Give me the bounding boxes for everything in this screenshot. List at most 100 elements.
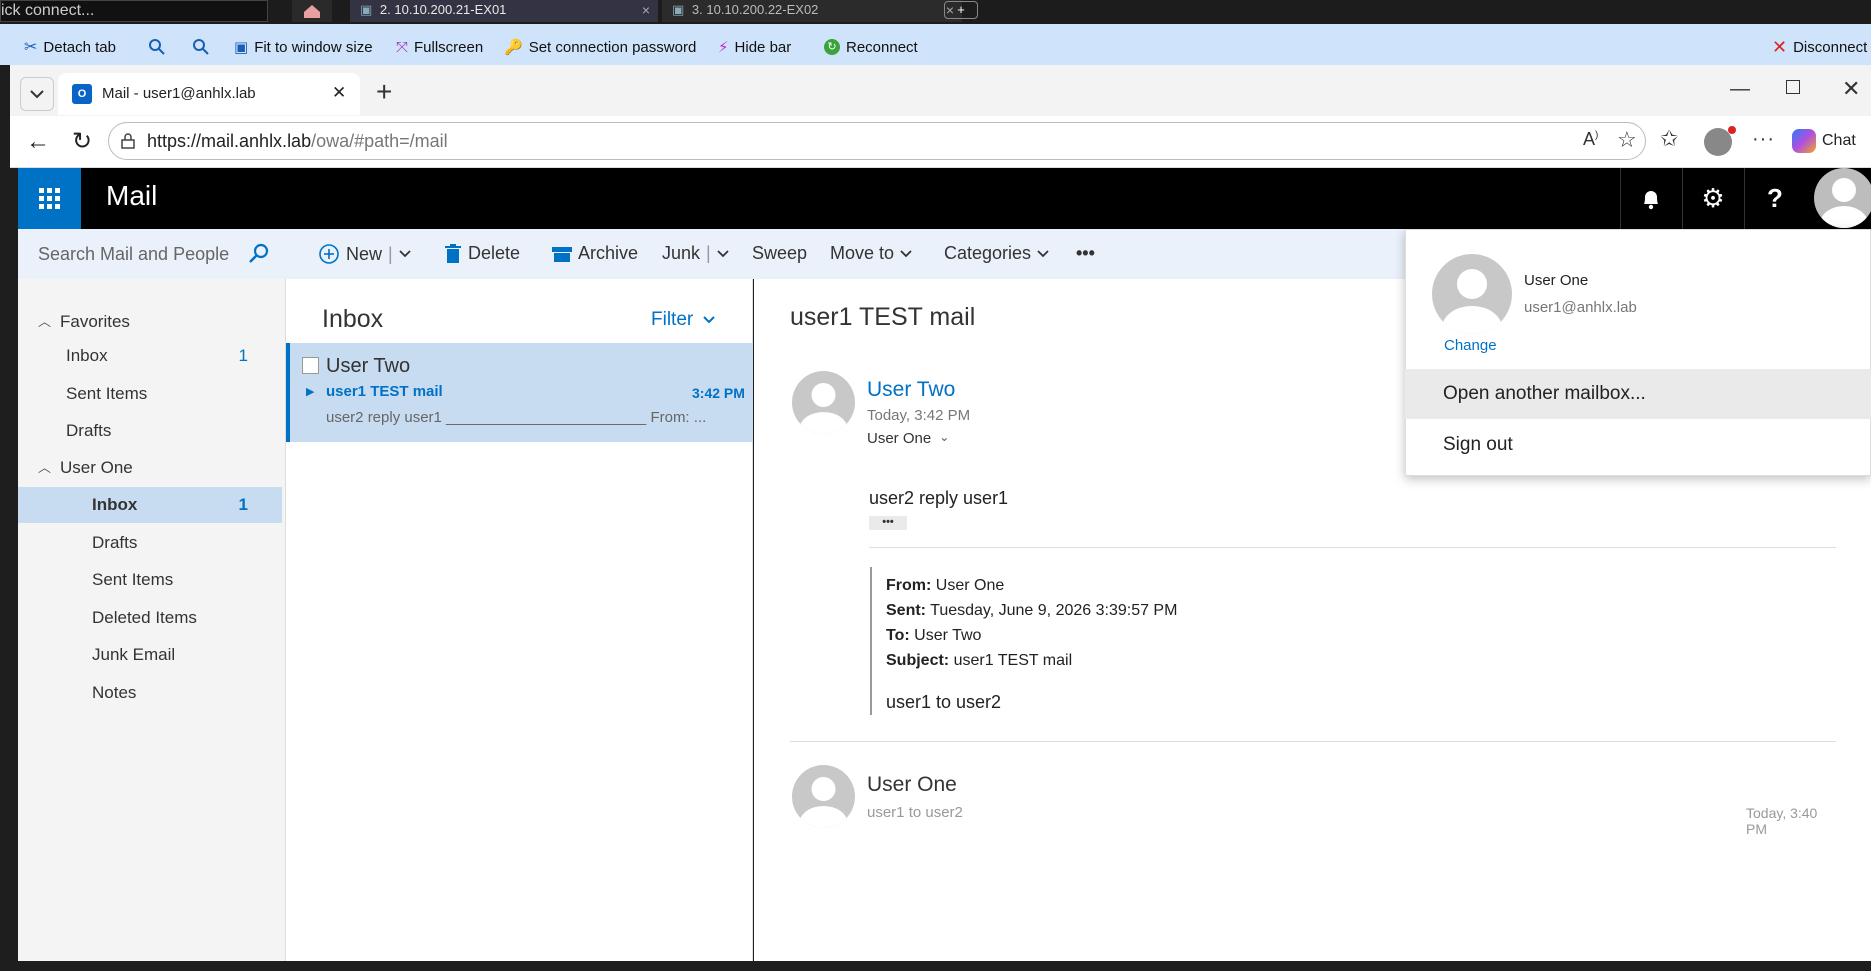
refresh-icon[interactable]: ↻	[72, 127, 92, 156]
rd-tab-ex01[interactable]: ▣ 2. 10.10.200.21-EX01 ×	[350, 0, 658, 22]
fit-window-button[interactable]: ▣ Fit to window size	[234, 37, 373, 57]
list-title: Inbox	[322, 305, 384, 333]
lock-icon	[121, 133, 135, 149]
reconnect-icon: ↻	[824, 39, 840, 55]
url-path: /owa/#path=/mail	[311, 131, 448, 151]
filter-button[interactable]: Filter	[651, 309, 715, 331]
folder-notes[interactable]: Notes	[18, 675, 286, 711]
open-another-mailbox-item[interactable]: Open another mailbox...	[1405, 369, 1871, 419]
folder-label: Sent Items	[92, 570, 174, 589]
detach-tab-button[interactable]: ✂ Detach tab	[24, 37, 116, 57]
junk-label: Junk	[662, 243, 701, 263]
fav-item-drafts[interactable]: Drafts	[18, 413, 286, 449]
url-input[interactable]: https://mail.anhlx.lab/owa/#path=/mail A…	[108, 122, 1646, 160]
new-tab-button[interactable]: +	[376, 76, 392, 108]
change-photo-link[interactable]: Change	[1444, 337, 1497, 354]
more-icon[interactable]: ···	[1752, 128, 1775, 151]
folder-label: Deleted Items	[92, 608, 197, 627]
sender-avatar	[792, 371, 855, 434]
search-icon[interactable]	[248, 243, 270, 265]
expand-conversation-icon[interactable]: ▶	[306, 385, 314, 398]
reconnect-button[interactable]: ↻ Reconnect	[824, 37, 918, 57]
delete-button[interactable]: Delete	[444, 243, 520, 264]
move-to-button[interactable]: Move to	[830, 243, 912, 264]
app-title: Mail	[106, 180, 158, 211]
search-input[interactable]: Search Mail and People	[38, 244, 229, 265]
rd-tab-label: 2. 10.10.200.21-EX01	[379, 2, 507, 17]
quick-connect-input[interactable]: ick connect...	[0, 0, 268, 22]
read-aloud-icon[interactable]: A)	[1583, 129, 1598, 150]
collapsed-message[interactable]: User One user1 to user2 Today, 3:40 PM	[790, 762, 1840, 837]
rd-tab-ex02[interactable]: ▣ 3. 10.10.200.22-EX02 ×	[662, 0, 962, 22]
help-icon: ?	[1767, 183, 1783, 213]
zoom-out-button[interactable]	[192, 37, 210, 57]
fullscreen-label: Fullscreen	[414, 38, 484, 56]
tab-actions-button[interactable]	[20, 77, 54, 111]
close-icon: ✕	[1772, 36, 1788, 57]
notifications-button[interactable]	[1620, 168, 1681, 229]
folder-inbox[interactable]: Inbox 1	[18, 487, 282, 523]
home-tab[interactable]	[292, 0, 332, 22]
scissors-icon: ✂	[24, 39, 38, 56]
rd-toolbar: ✂ Detach tab ▣ Fit to window size ⤧ Full…	[0, 24, 1871, 65]
account-name: User One	[1524, 272, 1589, 289]
rd-tab-label: 3. 10.10.200.22-EX02	[691, 2, 819, 17]
hide-bar-button[interactable]: ⚡ Hide bar	[718, 37, 791, 57]
show-quoted-button[interactable]: •••	[869, 516, 907, 530]
account-button[interactable]	[1812, 168, 1871, 229]
home-icon	[304, 5, 320, 18]
fav-item-sent[interactable]: Sent Items	[18, 376, 286, 412]
disconnect-button[interactable]: ✕ Disconnect	[1772, 37, 1867, 57]
sign-out-item[interactable]: Sign out	[1405, 421, 1871, 469]
hide-bar-label: Hide bar	[734, 38, 792, 56]
fav-item-inbox[interactable]: Inbox 1	[18, 338, 286, 374]
set-password-button[interactable]: 🔑 Set connection password	[504, 37, 696, 57]
move-to-label: Move to	[830, 243, 895, 263]
zoom-in-button[interactable]	[148, 37, 166, 57]
new-rd-tab-button[interactable]: +	[944, 1, 978, 19]
chevron-down-icon	[30, 90, 44, 99]
search-box[interactable]: Search Mail and People	[18, 229, 286, 279]
new-button[interactable]: New |	[318, 243, 411, 265]
restore-icon[interactable]	[1786, 80, 1800, 94]
fullscreen-button[interactable]: ⤧ Fullscreen	[396, 37, 483, 57]
folder-sent[interactable]: Sent Items	[18, 562, 286, 598]
message-sender: User Two	[326, 355, 411, 377]
close-tab-icon[interactable]: ✕	[332, 83, 346, 103]
chevron-down-icon[interactable]	[399, 250, 411, 258]
archive-button[interactable]: Archive	[552, 243, 638, 264]
expand-icon: ⤧	[396, 38, 409, 56]
app-launcher-button[interactable]	[18, 168, 81, 229]
junk-button[interactable]: Junk |	[662, 243, 729, 264]
settings-button[interactable]: ⚙	[1682, 168, 1743, 229]
account-header[interactable]: ︿ User One	[18, 450, 286, 486]
folder-deleted[interactable]: Deleted Items	[18, 600, 286, 636]
rd-tab-strip: ick connect... ▣ 2. 10.10.200.21-EX01 × …	[0, 0, 1871, 24]
chevron-down-icon[interactable]	[717, 249, 729, 258]
folder-drafts[interactable]: Drafts	[18, 525, 286, 561]
more-commands-button[interactable]: •••	[1076, 243, 1095, 264]
favorite-star-icon[interactable]: ☆	[1617, 127, 1637, 153]
favorites-header[interactable]: ︿ Favorites	[18, 304, 286, 340]
favorites-icon[interactable]: ✩	[1660, 126, 1678, 152]
minimize-icon[interactable]: —	[1730, 78, 1750, 101]
sender-name[interactable]: User Two	[867, 378, 955, 402]
delete-label: Delete	[468, 243, 521, 263]
message-body: user2 reply user1	[869, 488, 1009, 508]
copilot-chat-button[interactable]: Chat	[1792, 124, 1871, 158]
browser-tab-mail[interactable]: O Mail - user1@anhlx.lab ✕	[58, 73, 360, 115]
sweep-button[interactable]: Sweep	[752, 243, 807, 264]
bell-icon	[1644, 190, 1658, 209]
back-icon[interactable]: ←	[26, 128, 50, 156]
list-item[interactable]: User Two ▶ user1 TEST mail 3:42 PM user2…	[286, 343, 753, 442]
folder-junk[interactable]: Junk Email	[18, 637, 286, 673]
url-host: https://mail.anhlx.lab	[147, 131, 312, 151]
help-button[interactable]: ?	[1744, 168, 1805, 229]
profile-icon[interactable]	[1704, 126, 1736, 156]
message-preview: user2 reply user1 ______________________…	[326, 409, 707, 426]
recipients[interactable]: User One ⌄	[867, 430, 949, 447]
close-window-icon[interactable]: ✕	[1842, 76, 1860, 102]
close-icon[interactable]: ×	[642, 0, 650, 20]
categories-button[interactable]: Categories	[944, 243, 1049, 264]
select-checkbox[interactable]	[302, 357, 319, 374]
